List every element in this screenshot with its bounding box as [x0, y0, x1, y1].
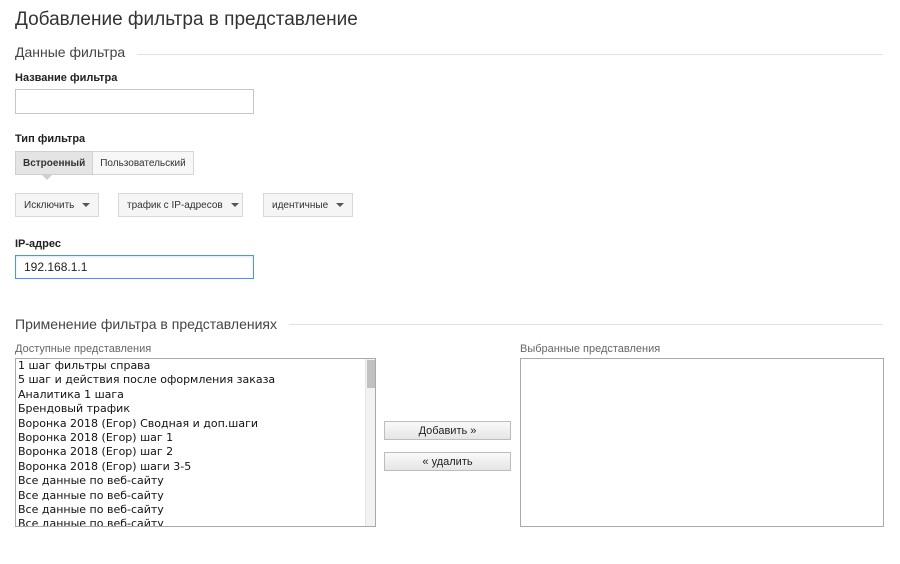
list-item[interactable]: Воронка 2018 (Егор) шаг 1	[16, 431, 363, 445]
tab-builtin-filter[interactable]: Встроенный	[15, 151, 94, 175]
filter-name-input[interactable]	[15, 89, 254, 114]
filter-name-label: Название фильтра	[15, 72, 118, 84]
traffic-source-dropdown[interactable]: трафик с IP-адресов	[118, 193, 243, 217]
list-item[interactable]: Все данные по веб-сайту	[16, 489, 363, 503]
list-item[interactable]: Воронка 2018 (Егор) шаги 3-5	[16, 460, 363, 474]
selected-tab-caret	[42, 175, 52, 180]
available-views-list[interactable]: 1 шаг фильтры справа 5 шаг и действия пос…	[15, 358, 376, 527]
list-item[interactable]: Воронка 2018 (Егор) Сводная и доп.шаги	[16, 417, 363, 431]
exclude-include-dropdown[interactable]: Исключить	[15, 193, 99, 217]
caret-down-icon	[336, 203, 345, 207]
dropdown-value: Исключить	[24, 199, 75, 211]
caret-down-icon	[230, 203, 239, 207]
list-item[interactable]: 5 шаг и действия после оформления заказа	[16, 373, 363, 387]
list-item[interactable]: Все данные по веб-сайту	[16, 517, 363, 526]
list-item[interactable]: Аналитика 1 шага	[16, 388, 363, 402]
add-view-button[interactable]: Добавить »	[384, 421, 511, 440]
caret-down-icon	[82, 203, 91, 207]
section-divider	[15, 54, 883, 55]
ip-address-input[interactable]	[15, 255, 254, 279]
filter-type-label: Тип фильтра	[15, 133, 86, 145]
scrollbar-thumb[interactable]	[367, 360, 375, 388]
selected-views-label: Выбранные представления	[520, 343, 661, 355]
list-item[interactable]: Все данные по веб-сайту	[16, 474, 363, 488]
list-item[interactable]: Брендовый трафик	[16, 402, 363, 416]
section-title-apply: Применение фильтра в представлениях	[15, 316, 289, 332]
tab-custom-filter[interactable]: Пользовательский	[93, 151, 194, 175]
page-title: Добавление фильтра в представление	[15, 9, 358, 30]
match-type-dropdown[interactable]: идентичные	[263, 193, 353, 217]
scrollbar[interactable]	[365, 359, 375, 526]
available-views-label: Доступные представления	[15, 343, 152, 355]
list-item[interactable]: 1 шаг фильтры справа	[16, 359, 363, 373]
section-title-filter-data: Данные фильтра	[15, 44, 138, 60]
list-item[interactable]: Все данные по веб-сайту	[16, 503, 363, 517]
remove-view-button[interactable]: « удалить	[384, 452, 511, 471]
dropdown-value: идентичные	[272, 199, 329, 211]
dropdown-value: трафик с IP-адресов	[127, 199, 223, 211]
filter-type-toggle: Встроенный Пользовательский	[15, 151, 194, 175]
list-item[interactable]: Воронка 2018 (Егор) шаг 2	[16, 445, 363, 459]
selected-views-list[interactable]	[520, 358, 884, 527]
ip-address-label: IP-адрес	[15, 238, 61, 250]
